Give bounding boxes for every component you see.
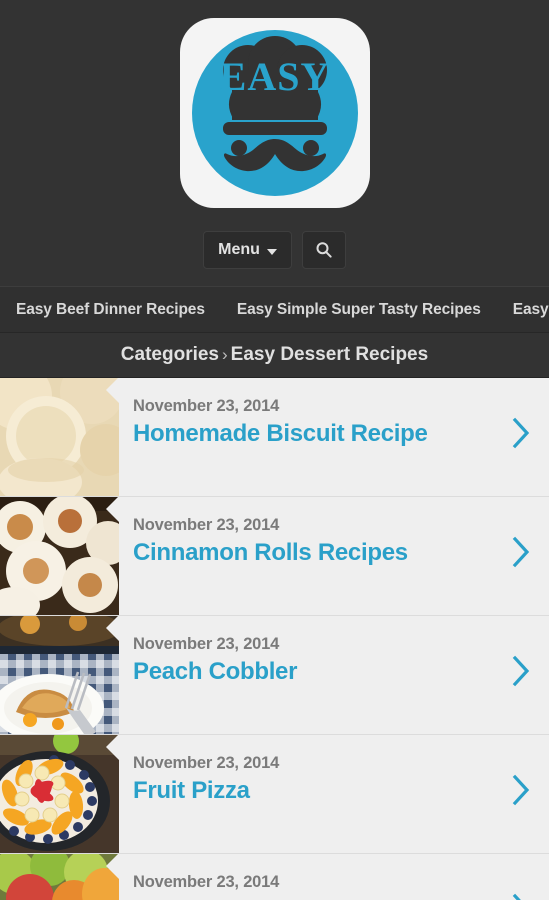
thumb-peach-cobbler[interactable] [0, 616, 119, 734]
table-row[interactable]: November 23, 2014 Peach Cobbler [0, 616, 549, 735]
breadcrumb-root[interactable]: Categories [121, 344, 219, 365]
table-row[interactable]: November 23, 2014 [0, 854, 549, 900]
chevron-right-icon [512, 417, 530, 449]
thumb-cinnamon-rolls[interactable] [0, 497, 119, 615]
row-chevron[interactable] [493, 616, 549, 734]
recipe-date: November 23, 2014 [133, 516, 280, 534]
easy-recipes-logo: EASY [191, 30, 358, 196]
nav-item-2[interactable]: Easy [497, 301, 549, 319]
menu-button-label: Menu [218, 241, 260, 258]
row-notch [106, 735, 119, 760]
row-chevron[interactable] [493, 854, 549, 900]
chevron-down-icon [266, 248, 277, 255]
recipe-date: November 23, 2014 [133, 754, 280, 772]
row-chevron[interactable] [493, 735, 549, 853]
search-icon [316, 242, 332, 258]
nav-item-0[interactable]: Easy Beef Dinner Recipes [0, 301, 221, 319]
logo-container: EASY [0, 18, 549, 208]
recipe-date: November 23, 2014 [133, 635, 280, 653]
recipe-title-link[interactable]: Homemade Biscuit Recipe [133, 420, 493, 448]
recipe-date: November 23, 2014 [133, 397, 280, 415]
table-row[interactable]: November 23, 2014 Cinnamon Rolls Recipes [0, 497, 549, 616]
row-content: November 23, 2014 Fruit Pizza [119, 735, 493, 853]
row-notch [106, 378, 119, 403]
recipe-title-link[interactable]: Fruit Pizza [133, 777, 493, 805]
row-content: November 23, 2014 Cinnamon Rolls Recipes [119, 497, 493, 615]
breadcrumb: Categories › Easy Dessert Recipes [121, 344, 428, 366]
nav-item-1[interactable]: Easy Simple Super Tasty Recipes [221, 301, 497, 319]
row-notch [106, 854, 119, 879]
thumb-homemade-biscuit-image [0, 378, 119, 496]
thumb-cinnamon-rolls-image [0, 497, 119, 615]
recipe-title-link[interactable]: Cinnamon Rolls Recipes [133, 539, 493, 567]
table-row[interactable]: November 23, 2014 Fruit Pizza [0, 735, 549, 854]
svg-text:EASY: EASY [219, 54, 330, 99]
thumb-homemade-biscuit[interactable] [0, 378, 119, 496]
thumb-fruit-platter[interactable] [0, 854, 119, 900]
row-notch [106, 497, 119, 522]
thumb-fruit-pizza[interactable] [0, 735, 119, 853]
recipe-list: November 23, 2014 Homemade Biscuit Recip… [0, 378, 549, 900]
logo-icon: EASY [219, 36, 330, 172]
logo-card[interactable]: EASY [179, 18, 370, 208]
breadcrumb-separator: › [222, 345, 228, 364]
menu-button[interactable]: Menu [203, 231, 292, 269]
chevron-right-icon [512, 655, 530, 687]
recipe-title-link[interactable]: Peach Cobbler [133, 658, 493, 686]
row-content: November 23, 2014 Homemade Biscuit Recip… [119, 378, 493, 496]
thumb-peach-cobbler-image [0, 616, 119, 734]
chevron-right-icon [512, 893, 521, 900]
row-content: November 23, 2014 Peach Cobbler [119, 616, 493, 734]
row-chevron[interactable] [493, 378, 549, 496]
recipe-date: November 23, 2014 [133, 873, 280, 891]
breadcrumb-current: Easy Dessert Recipes [230, 344, 429, 365]
row-chevron[interactable] [493, 497, 549, 615]
search-button[interactable] [301, 231, 346, 269]
thumb-fruit-platter-image [0, 854, 119, 900]
row-content: November 23, 2014 [119, 854, 493, 900]
site-header: EASY Menu [0, 0, 549, 286]
header-button-row: Menu [0, 231, 549, 286]
chevron-right-icon [512, 774, 530, 806]
category-nav[interactable]: Easy Beef Dinner Recipes Easy Simple Sup… [0, 286, 549, 333]
breadcrumb-band: Categories › Easy Dessert Recipes [0, 333, 549, 378]
row-notch [106, 616, 119, 641]
thumb-fruit-pizza-image [0, 735, 119, 853]
table-row[interactable]: November 23, 2014 Homemade Biscuit Recip… [0, 378, 549, 497]
chevron-right-icon [512, 536, 530, 568]
